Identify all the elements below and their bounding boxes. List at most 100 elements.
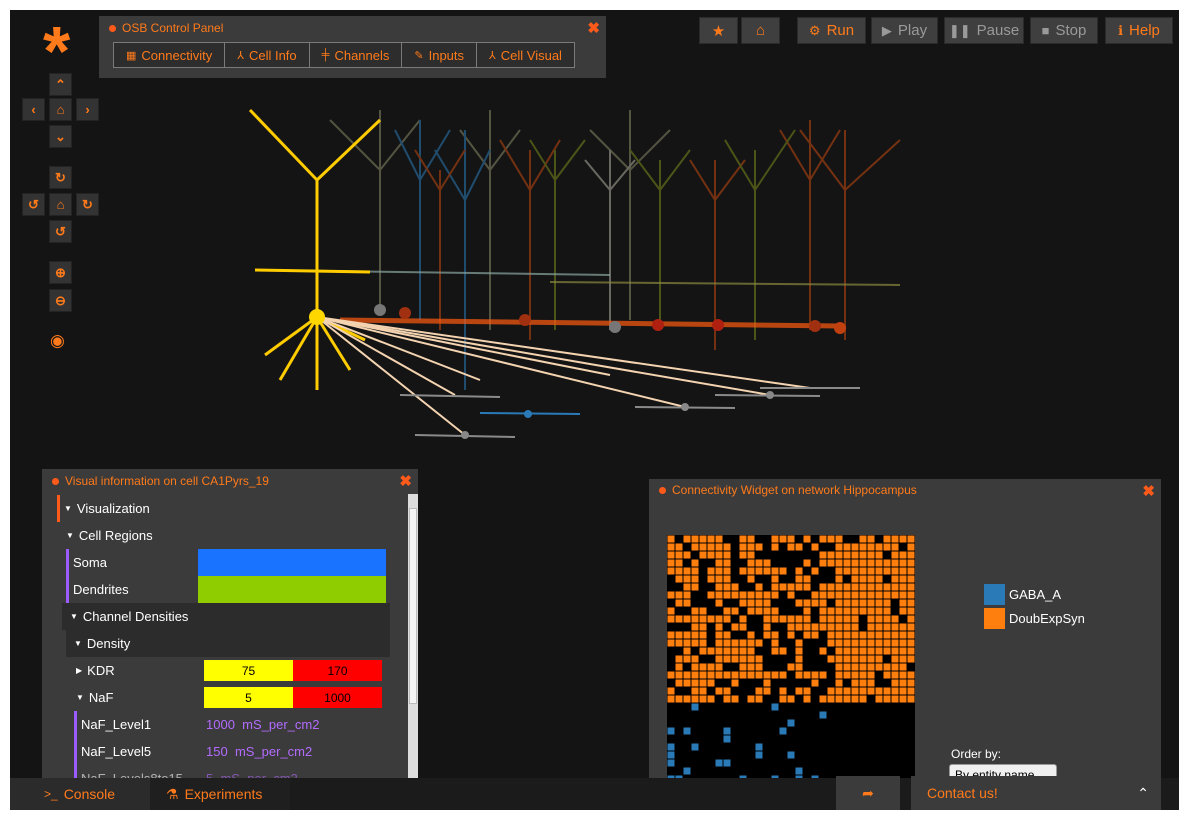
matrix-cell[interactable] bbox=[683, 767, 691, 775]
matrix-cell[interactable] bbox=[747, 647, 755, 655]
matrix-cell[interactable] bbox=[715, 567, 723, 575]
matrix-cell[interactable] bbox=[723, 655, 731, 663]
matrix-cell[interactable] bbox=[723, 559, 731, 567]
matrix-cell[interactable] bbox=[875, 647, 883, 655]
matrix-cell[interactable] bbox=[675, 655, 683, 663]
matrix-cell[interactable] bbox=[827, 583, 835, 591]
matrix-cell[interactable] bbox=[667, 695, 675, 703]
matrix-cell[interactable] bbox=[771, 703, 779, 711]
matrix-cell[interactable] bbox=[691, 623, 699, 631]
matrix-cell[interactable] bbox=[691, 535, 699, 543]
matrix-cell[interactable] bbox=[867, 631, 875, 639]
matrix-cell[interactable] bbox=[691, 639, 699, 647]
matrix-cell[interactable] bbox=[803, 631, 811, 639]
matrix-cell[interactable] bbox=[883, 639, 891, 647]
matrix-cell[interactable] bbox=[723, 687, 731, 695]
matrix-cell[interactable] bbox=[867, 599, 875, 607]
matrix-cell[interactable] bbox=[843, 615, 851, 623]
matrix-cell[interactable] bbox=[827, 655, 835, 663]
naf-max-value[interactable]: 1000 bbox=[293, 687, 382, 708]
matrix-cell[interactable] bbox=[755, 743, 763, 751]
matrix-cell[interactable] bbox=[835, 535, 843, 543]
matrix-cell[interactable] bbox=[843, 607, 851, 615]
matrix-cell[interactable] bbox=[907, 623, 915, 631]
matrix-cell[interactable] bbox=[867, 575, 875, 583]
matrix-cell[interactable] bbox=[835, 623, 843, 631]
matrix-cell[interactable] bbox=[819, 671, 827, 679]
matrix-cell[interactable] bbox=[731, 695, 739, 703]
matrix-cell[interactable] bbox=[843, 591, 851, 599]
matrix-cell[interactable] bbox=[715, 583, 723, 591]
matrix-cell[interactable] bbox=[675, 639, 683, 647]
matrix-cell[interactable] bbox=[819, 647, 827, 655]
matrix-cell[interactable] bbox=[867, 687, 875, 695]
matrix-cell[interactable] bbox=[811, 631, 819, 639]
matrix-cell[interactable] bbox=[891, 583, 899, 591]
matrix-cell[interactable] bbox=[779, 727, 787, 735]
matrix-cell[interactable] bbox=[907, 551, 915, 559]
matrix-cell[interactable] bbox=[803, 687, 811, 695]
matrix-cell[interactable] bbox=[707, 647, 715, 655]
matrix-cell[interactable] bbox=[683, 591, 691, 599]
matrix-cell[interactable] bbox=[867, 679, 875, 687]
matrix-cell[interactable] bbox=[907, 695, 915, 703]
matrix-cell[interactable] bbox=[827, 559, 835, 567]
matrix-cell[interactable] bbox=[851, 631, 859, 639]
matrix-cell[interactable] bbox=[699, 671, 707, 679]
matrix-cell[interactable] bbox=[891, 687, 899, 695]
tab-inputs[interactable]: ✎ Inputs bbox=[402, 42, 478, 68]
matrix-cell[interactable] bbox=[699, 535, 707, 543]
matrix-cell[interactable] bbox=[675, 599, 683, 607]
matrix-cell[interactable] bbox=[851, 639, 859, 647]
soma-color-swatch[interactable] bbox=[198, 549, 386, 576]
matrix-cell[interactable] bbox=[899, 647, 907, 655]
matrix-cell[interactable] bbox=[779, 535, 787, 543]
matrix-cell[interactable] bbox=[899, 567, 907, 575]
matrix-cell[interactable] bbox=[819, 695, 827, 703]
matrix-cell[interactable] bbox=[827, 639, 835, 647]
matrix-cell[interactable] bbox=[875, 639, 883, 647]
matrix-cell[interactable] bbox=[715, 535, 723, 543]
matrix-cell[interactable] bbox=[875, 575, 883, 583]
matrix-cell[interactable] bbox=[867, 583, 875, 591]
matrix-cell[interactable] bbox=[755, 671, 763, 679]
tab-cell-info[interactable]: ⅄ Cell Info bbox=[225, 42, 310, 68]
matrix-cell[interactable] bbox=[691, 607, 699, 615]
matrix-cell[interactable] bbox=[667, 727, 675, 735]
matrix-cell[interactable] bbox=[891, 623, 899, 631]
matrix-cell[interactable] bbox=[731, 607, 739, 615]
matrix-cell[interactable] bbox=[883, 599, 891, 607]
matrix-cell[interactable] bbox=[771, 543, 779, 551]
matrix-cell[interactable] bbox=[787, 583, 795, 591]
matrix-cell[interactable] bbox=[747, 543, 755, 551]
matrix-cell[interactable] bbox=[683, 639, 691, 647]
matrix-cell[interactable] bbox=[891, 695, 899, 703]
matrix-cell[interactable] bbox=[699, 607, 707, 615]
matrix-cell[interactable] bbox=[795, 663, 803, 671]
matrix-cell[interactable] bbox=[779, 647, 787, 655]
matrix-cell[interactable] bbox=[899, 591, 907, 599]
matrix-cell[interactable] bbox=[667, 751, 675, 759]
matrix-cell[interactable] bbox=[795, 615, 803, 623]
matrix-cell[interactable] bbox=[723, 551, 731, 559]
matrix-cell[interactable] bbox=[891, 575, 899, 583]
matrix-cell[interactable] bbox=[899, 679, 907, 687]
matrix-cell[interactable] bbox=[835, 559, 843, 567]
matrix-cell[interactable] bbox=[899, 607, 907, 615]
matrix-cell[interactable] bbox=[787, 631, 795, 639]
matrix-cell[interactable] bbox=[819, 615, 827, 623]
matrix-cell[interactable] bbox=[859, 679, 867, 687]
matrix-cell[interactable] bbox=[739, 639, 747, 647]
tree-node-channel-densities[interactable]: ▼ Channel Densities bbox=[70, 603, 188, 630]
matrix-cell[interactable] bbox=[851, 591, 859, 599]
matrix-cell[interactable] bbox=[755, 599, 763, 607]
matrix-cell[interactable] bbox=[675, 559, 683, 567]
connectivity-matrix[interactable] bbox=[667, 535, 915, 783]
matrix-cell[interactable] bbox=[883, 543, 891, 551]
matrix-cell[interactable] bbox=[675, 679, 683, 687]
matrix-cell[interactable] bbox=[675, 615, 683, 623]
matrix-cell[interactable] bbox=[843, 631, 851, 639]
matrix-cell[interactable] bbox=[803, 583, 811, 591]
close-icon[interactable]: ✖ bbox=[587, 19, 600, 37]
matrix-cell[interactable] bbox=[819, 583, 827, 591]
